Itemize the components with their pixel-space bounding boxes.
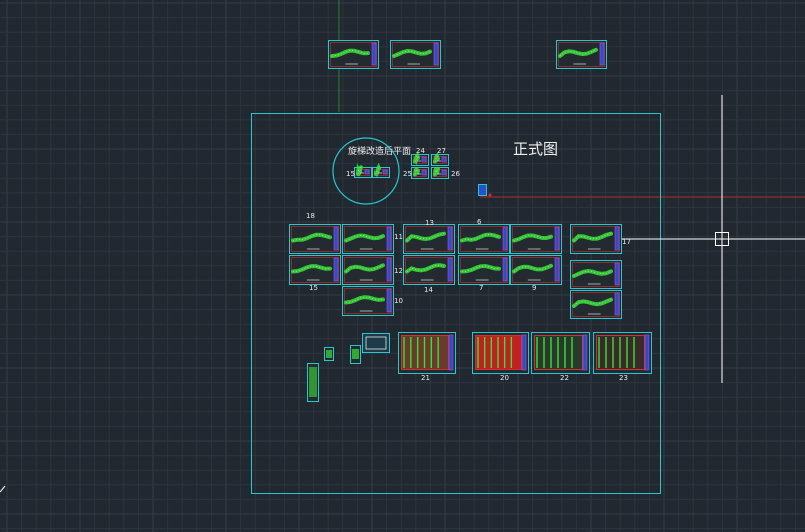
plan-sheet[interactable] xyxy=(556,40,607,69)
sheet-number-13: 13 xyxy=(425,219,434,227)
main-title: 正式图 xyxy=(513,140,559,158)
title-block xyxy=(599,42,605,66)
plan-sheet[interactable] xyxy=(510,255,562,285)
plan-sheet[interactable] xyxy=(411,151,429,166)
title-block xyxy=(448,334,454,371)
plan-sheet[interactable] xyxy=(510,224,562,254)
plan-sheet[interactable] xyxy=(354,163,372,178)
plan-sheet[interactable] xyxy=(431,166,449,179)
plan-sheet[interactable] xyxy=(372,162,390,178)
plan-sheet[interactable] xyxy=(342,286,394,316)
title-block xyxy=(386,226,392,251)
title-block xyxy=(421,169,427,176)
title-block xyxy=(614,226,620,251)
title-block xyxy=(382,169,388,175)
title-block xyxy=(614,262,620,286)
plan-sheet[interactable] xyxy=(458,224,510,254)
sheet-number-17: 17 xyxy=(622,238,631,246)
sheet-layouts xyxy=(289,40,652,402)
plan-sheet[interactable] xyxy=(411,167,429,179)
sheet-21[interactable] xyxy=(398,332,456,374)
plan-sheet[interactable] xyxy=(342,255,394,285)
title-block xyxy=(644,334,650,371)
sheet-number-25: 25 xyxy=(403,170,412,178)
sheet-number-12: 12 xyxy=(394,267,403,275)
sheet-number-15b: 15 xyxy=(309,284,318,292)
title-block xyxy=(502,226,508,251)
sheet-number-10: 10 xyxy=(394,297,403,305)
sheet-number-9: 9 xyxy=(532,284,537,292)
plan-sheet[interactable] xyxy=(431,152,449,166)
plan-sheet[interactable] xyxy=(289,255,341,285)
sheet-23[interactable] xyxy=(593,332,652,374)
detail-drawing xyxy=(352,349,359,359)
drawing-grid xyxy=(0,0,805,532)
title-block xyxy=(614,292,620,316)
title-block xyxy=(441,156,447,163)
title-block xyxy=(582,334,588,371)
sheet-22[interactable] xyxy=(531,332,590,374)
plan-sheet[interactable] xyxy=(390,40,441,69)
sheet-number-14: 14 xyxy=(424,286,433,294)
title-block xyxy=(521,334,527,371)
detail-sheet xyxy=(362,333,390,353)
plan-sheet[interactable] xyxy=(403,224,455,254)
title-block xyxy=(447,226,453,251)
sheet-number-24: 24 xyxy=(416,147,425,155)
sheet-number-23: 23 xyxy=(619,374,628,382)
title-block xyxy=(364,169,370,175)
title-block xyxy=(502,257,508,282)
sheet-number-15: 15 xyxy=(346,170,355,178)
sheet-number-21: 21 xyxy=(421,374,430,382)
title-block xyxy=(441,169,447,176)
sheet-number-22: 22 xyxy=(560,374,569,382)
title-block xyxy=(333,257,339,282)
sheet-number-20: 20 xyxy=(500,374,509,382)
plan-sheet[interactable] xyxy=(342,224,394,254)
sheet-number-6: 6 xyxy=(477,218,482,226)
title-block xyxy=(554,226,560,251)
title-block xyxy=(554,257,560,282)
ucs-icon xyxy=(0,485,6,493)
plan-sheet[interactable] xyxy=(570,290,622,319)
small-point xyxy=(488,193,492,197)
title-block xyxy=(371,42,377,66)
detail-drawing xyxy=(326,350,332,358)
model-space-canvas[interactable] xyxy=(0,0,805,532)
plan-sheet[interactable] xyxy=(458,255,510,285)
sheet-number-26: 26 xyxy=(451,170,460,178)
title-block xyxy=(386,257,392,282)
title-block xyxy=(333,226,339,251)
plan-sheet[interactable] xyxy=(570,224,622,254)
sheet-number-7: 7 xyxy=(479,284,484,292)
title-block xyxy=(421,156,427,163)
sheet-number-27: 27 xyxy=(437,147,446,155)
plan-sheet[interactable] xyxy=(328,40,379,69)
title-block xyxy=(433,42,439,66)
title-block xyxy=(447,257,453,282)
sheet-20[interactable] xyxy=(472,332,529,374)
plan-sheet[interactable] xyxy=(403,255,455,285)
circle-title: 旋梯改造后平面 xyxy=(348,147,412,157)
detail-drawing xyxy=(309,367,317,397)
plan-sheet[interactable] xyxy=(570,260,622,289)
sheet-number-11: 11 xyxy=(394,233,403,241)
small-marker xyxy=(478,184,487,196)
sheet-number-18: 18 xyxy=(306,212,315,220)
plan-sheet[interactable] xyxy=(289,224,341,254)
title-block xyxy=(386,288,392,313)
